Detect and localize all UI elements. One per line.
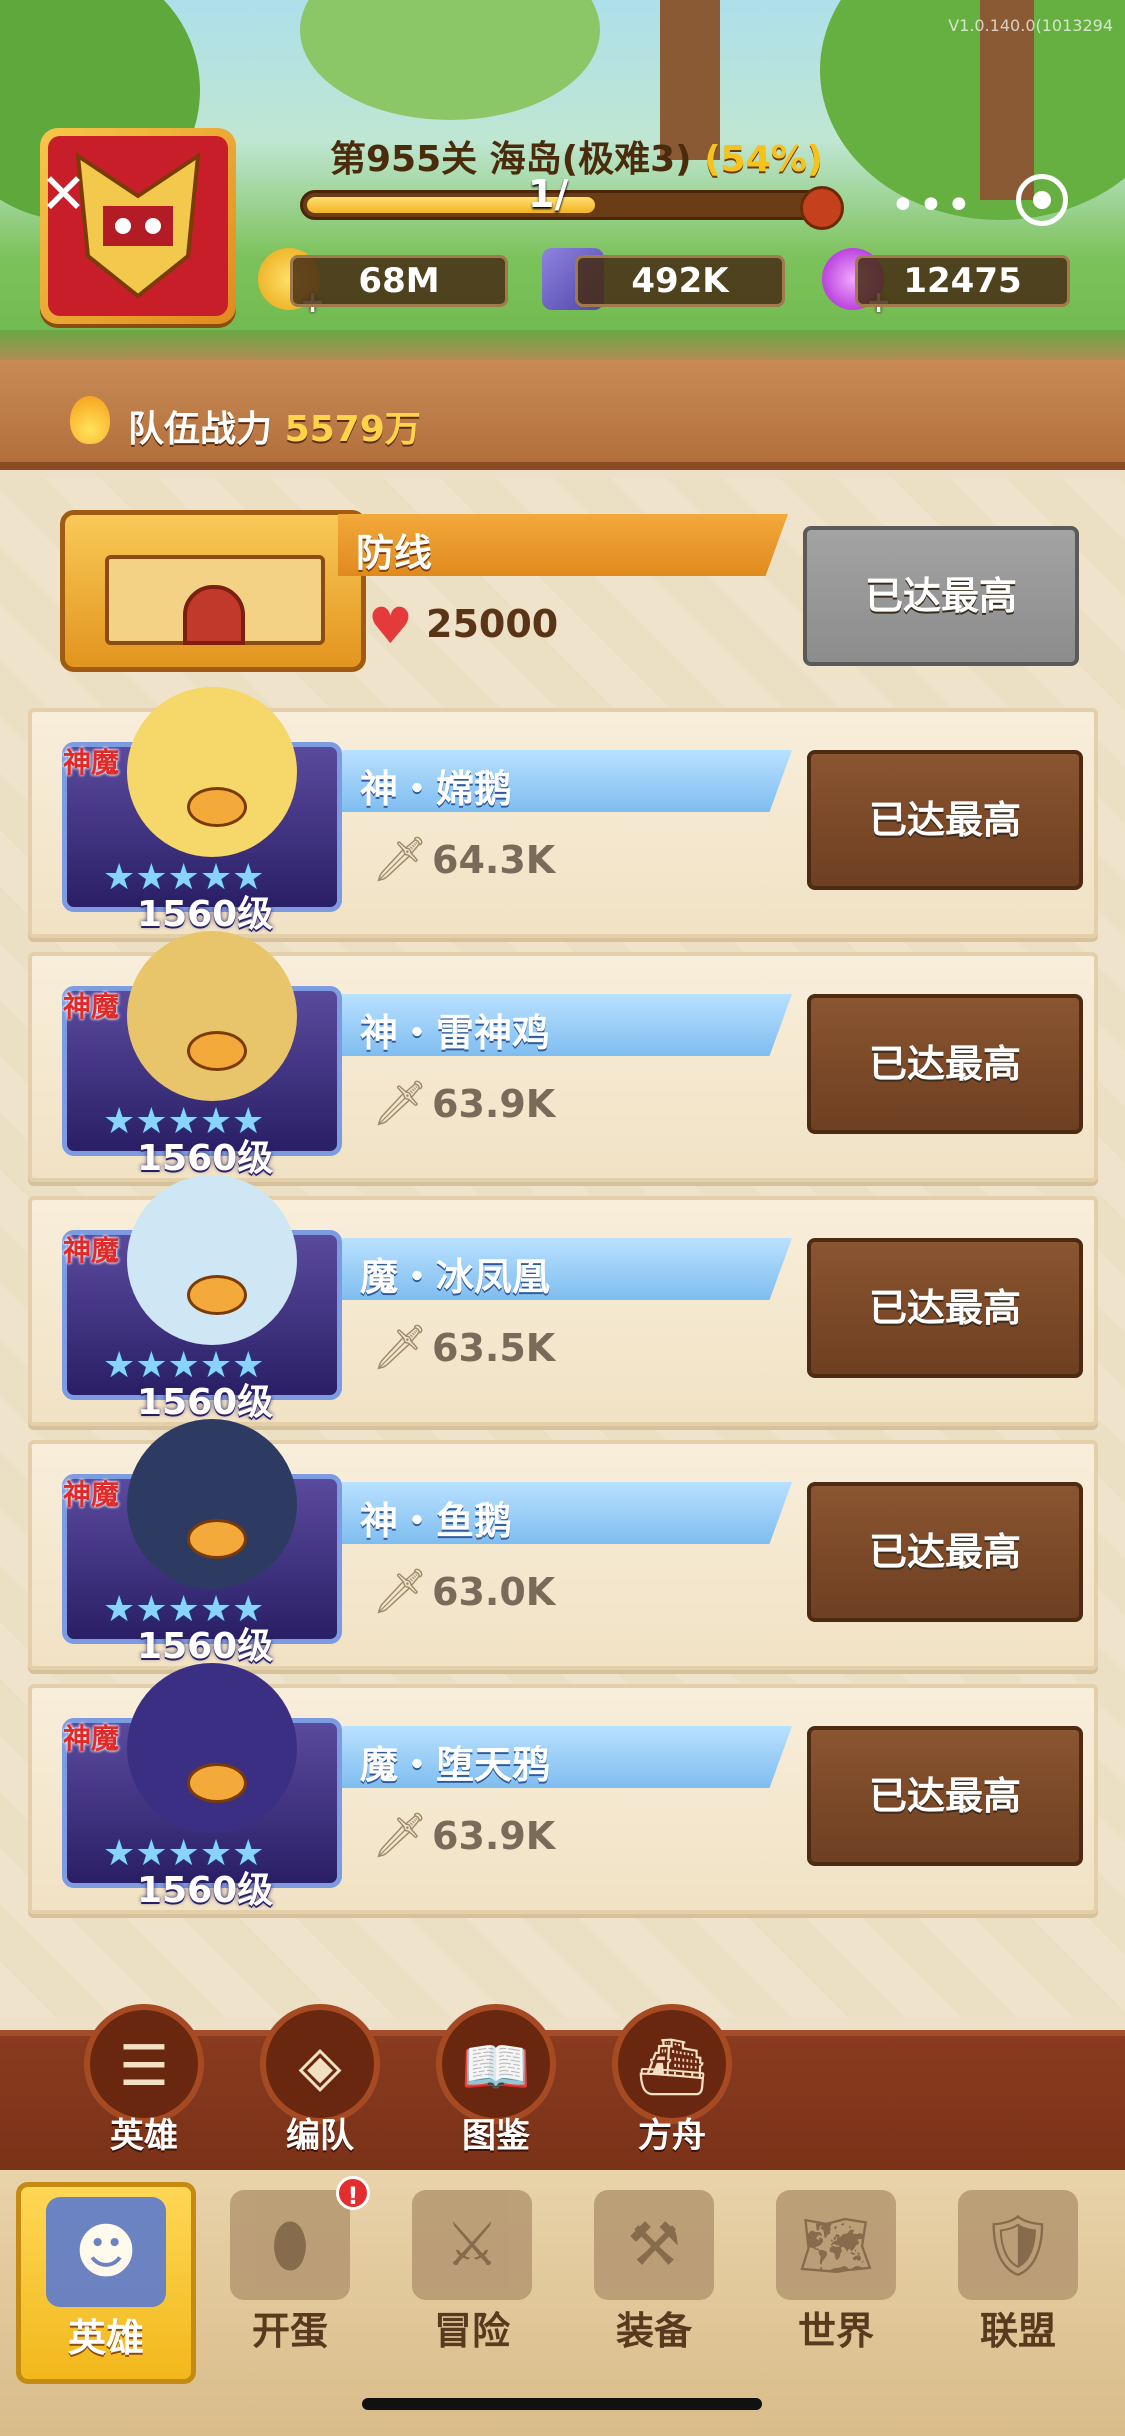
sword-icon: 🗡 (372, 834, 428, 885)
hero-max-button[interactable]: 已达最高 (807, 1726, 1083, 1866)
team-power: 队伍战力 5579万 (128, 409, 421, 450)
nav-heroes[interactable]: ☻ 英雄 (16, 2182, 196, 2384)
hero-list: 防线 ♥ 25000 已达最高 神魔 ★★★★★ 1560级 神・嫦鹅 🗡 64… (0, 478, 1125, 2018)
hero-face (127, 1663, 297, 1833)
version-text: V1.0.140.0(1013294 (948, 16, 1113, 35)
defense-row: 防线 ♥ 25000 已达最高 (28, 488, 1098, 688)
gem-amount: 12475 (855, 255, 1070, 307)
sub-nav-formation[interactable]: ◈ 编队 (252, 2004, 388, 2156)
hero-icon: ☻ (46, 2197, 166, 2307)
flame-icon (70, 396, 110, 444)
defense-max-button[interactable]: 已达最高 (803, 526, 1079, 666)
hero-max-button[interactable]: 已达最高 (807, 994, 1083, 1134)
nav-world[interactable]: 🗺 世界 (746, 2180, 926, 2390)
hero-name: 神・鱼鹅 (360, 1499, 513, 1543)
ark-icon: ⛴ (612, 2004, 732, 2124)
hero-tag: 神魔 (63, 1234, 120, 1267)
target-icon[interactable] (1016, 174, 1068, 226)
stage-percent: (54%) (704, 139, 824, 180)
close-icon[interactable]: ✕ (40, 167, 90, 223)
castle-icon (60, 510, 366, 672)
list-icon: ☰ (84, 2004, 204, 2124)
hero-card[interactable]: 神魔 ★★★★★ 1560级 魔・冰凤凰 🗡 63.5K 已达最高 (28, 1175, 1098, 1426)
hero-name: 魔・堕天鸦 (360, 1743, 551, 1787)
team-power-bar: 队伍战力 5579万 (0, 360, 1125, 470)
sword-icon: 🗡 (372, 1078, 428, 1129)
hero-name: 魔・冰凤凰 (360, 1255, 551, 1299)
sub-nav-ark[interactable]: ⛴ 方舟 (604, 2004, 740, 2156)
hero-face (127, 1419, 297, 1589)
sword-icon: 🗡 (372, 1566, 428, 1617)
hero-portrait: 神魔 ★★★★★ 1560级 (62, 1419, 342, 1667)
hero-portrait: 神魔 ★★★★★ 1560级 (62, 931, 342, 1179)
defense-hp: 25000 (426, 602, 559, 646)
hero-name: 神・嫦鹅 (360, 767, 513, 811)
hero-tag: 神魔 (63, 1478, 120, 1511)
hero-face (127, 687, 297, 857)
map-icon: 🗺 (776, 2190, 896, 2300)
stage-title: 第955关 海岛(极难3) (54%) (330, 139, 824, 180)
hero-power: 63.9K (432, 1082, 556, 1126)
hero-power: 63.9K (432, 1814, 556, 1858)
nav-egg[interactable]: ⬮ ! 开蛋 (200, 2176, 380, 2390)
stage-progress-bar (300, 190, 840, 220)
team-power-value: 5579万 (284, 409, 421, 450)
shield-icon: 🛡 (958, 2190, 1078, 2300)
nav-adventure[interactable]: ⚔ 冒险 (382, 2180, 562, 2390)
hero-card[interactable]: 神魔 ★★★★★ 1560级 魔・堕天鸦 🗡 63.9K 已达最高 (28, 1663, 1098, 1914)
sword-icon: 🗡 (372, 1810, 428, 1861)
hero-power: 63.5K (432, 1326, 556, 1370)
hero-level: 1560级 (137, 1626, 274, 1667)
defense-name: 防线 (356, 531, 433, 575)
hero-card[interactable]: 神魔 ★★★★★ 1560级 神・雷神鸡 🗡 63.9K 已达最高 (28, 931, 1098, 1182)
sword-icon: 🗡 (372, 1322, 428, 1373)
home-indicator[interactable] (362, 2398, 762, 2410)
hero-portrait: 神魔 ★★★★★ 1560级 (62, 1663, 342, 1911)
hero-level: 1560级 (137, 1382, 274, 1423)
formation-icon: ◈ (260, 2004, 380, 2124)
hero-sub-nav: ☰ 英雄 ◈ 编队 📖 图鉴 ⛴ 方舟 (0, 2004, 1125, 2170)
hero-face (127, 1175, 297, 1345)
hero-level: 1560级 (137, 1870, 274, 1911)
hero-name: 神・雷神鸡 (360, 1011, 551, 1055)
sub-nav-codex[interactable]: 📖 图鉴 (428, 2004, 564, 2156)
nav-alliance[interactable]: 🛡 联盟 (928, 2180, 1108, 2390)
hero-power: 64.3K (432, 838, 556, 882)
book-icon: 📖 (436, 2004, 556, 2124)
crossed-swords-icon: ⚔ (412, 2190, 532, 2300)
hero-tag: 神魔 (63, 990, 120, 1023)
notification-badge: ! (336, 2176, 370, 2210)
hero-tag: 神魔 (63, 1722, 120, 1755)
hero-face (127, 931, 297, 1101)
anvil-icon: ⚒ (594, 2190, 714, 2300)
boss-marker-icon (800, 186, 844, 230)
heart-icon: ♥ (368, 597, 413, 655)
main-nav: ☻ 英雄 ⬮ ! 开蛋 ⚔ 冒险 ⚒ 装备 🗺 世界 🛡 联盟 (0, 2170, 1125, 2436)
more-menu-icon[interactable]: ••• (890, 180, 974, 231)
egg-icon: ⬮ (230, 2190, 350, 2300)
hero-max-button[interactable]: 已达最高 (807, 1238, 1083, 1378)
hero-tag: 神魔 (63, 746, 120, 779)
hero-max-button[interactable]: 已达最高 (807, 1482, 1083, 1622)
hero-max-button[interactable]: 已达最高 (807, 750, 1083, 890)
hero-portrait: 神魔 ★★★★★ 1560级 (62, 1175, 342, 1423)
gold-amount: 68M (290, 255, 508, 307)
nav-equipment[interactable]: ⚒ 装备 (564, 2180, 744, 2390)
crystal-amount: 492K (575, 255, 785, 307)
hero-power: 63.0K (432, 1570, 556, 1614)
hero-portrait: 神魔 ★★★★★ 1560级 (62, 687, 342, 935)
hero-card[interactable]: 神魔 ★★★★★ 1560级 神・嫦鹅 🗡 64.3K 已达最高 (28, 687, 1098, 938)
sub-nav-heroes[interactable]: ☰ 英雄 (76, 2004, 212, 2156)
hero-card[interactable]: 神魔 ★★★★★ 1560级 神・鱼鹅 🗡 63.0K 已达最高 (28, 1419, 1098, 1670)
stage-progress-text: 1/ (528, 172, 569, 216)
hero-level: 1560级 (137, 894, 274, 935)
hero-level: 1560级 (137, 1138, 274, 1179)
